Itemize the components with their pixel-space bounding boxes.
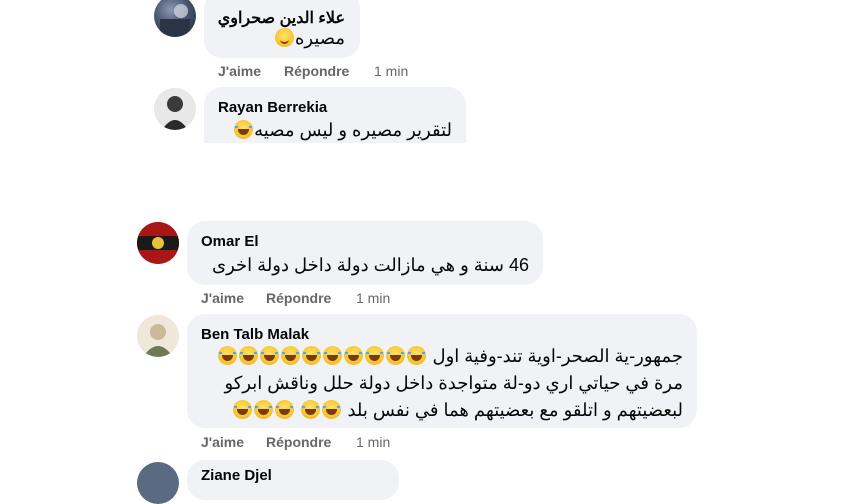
profile-photo-icon xyxy=(154,88,196,130)
profile-photo-icon xyxy=(160,4,190,37)
avatar[interactable] xyxy=(137,315,179,357)
timestamp: 1 min xyxy=(356,290,391,306)
comment-text-line: لبعضيتهم و اتلقو مع بعضيتهم هما في نفس ب… xyxy=(201,396,683,425)
profile-photo-icon xyxy=(137,315,179,357)
smiling-face-icon xyxy=(274,28,294,47)
reply-link[interactable]: Répondre xyxy=(266,290,331,306)
comment-text: 46 سنة و هي مازالت دولة داخل دولة اخرى xyxy=(212,255,529,275)
comment-body-line-3: لبعضيتهم و اتلقو مع بعضيتهم هما في نفس ب… xyxy=(347,400,683,420)
comment-text: لتقرير مصيره و ليس مصيه xyxy=(210,116,452,145)
comment-body: لتقرير مصيره و ليس مصيه xyxy=(254,120,452,140)
timestamp: 1 min xyxy=(374,63,409,79)
laughing-face-icon xyxy=(365,346,385,365)
avatar[interactable] xyxy=(137,222,179,264)
avatar[interactable] xyxy=(154,88,196,130)
laughing-face-icon xyxy=(302,346,322,365)
laughing-face-icon xyxy=(344,346,364,365)
reply-link[interactable]: Répondre xyxy=(266,434,331,450)
comment-text-line: مرة في حياتي اري دو-لة متواجدة داخل دولة… xyxy=(201,369,683,398)
laughing-face-icon xyxy=(239,346,259,365)
profile-photo-icon xyxy=(137,222,179,264)
laughing-face-icon xyxy=(218,346,238,365)
reply-link[interactable]: Répondre xyxy=(284,63,349,79)
laughing-face-icon xyxy=(301,400,321,419)
laughing-face-icon xyxy=(260,346,280,365)
laughing-face-icon xyxy=(386,346,406,365)
comment-body: مصيره xyxy=(294,28,345,48)
timestamp: 1 min xyxy=(356,434,391,450)
laughing-face-icon xyxy=(322,400,342,419)
comment-text: مصيره xyxy=(204,24,345,53)
laughing-face-icon xyxy=(323,346,343,365)
comment-author[interactable]: Omar El xyxy=(201,233,259,250)
comment-author[interactable]: Ziane Djel xyxy=(201,467,272,484)
comment-author[interactable]: Ben Talb Malak xyxy=(201,326,309,343)
avatar[interactable] xyxy=(137,462,179,504)
laughing-face-icon xyxy=(234,120,254,139)
comment-body-line-1: جمهور-ية الصحر-اوية تند-وفية اول xyxy=(432,346,683,366)
laughing-face-icon xyxy=(254,400,274,419)
laughing-face-icon xyxy=(275,400,295,419)
like-link[interactable]: J'aime xyxy=(201,290,244,306)
laughing-face-icon xyxy=(233,400,253,419)
avatar[interactable] xyxy=(154,0,196,37)
laughing-face-icon xyxy=(281,346,301,365)
like-link[interactable]: J'aime xyxy=(201,434,244,450)
like-link[interactable]: J'aime xyxy=(218,63,261,79)
comment-author[interactable]: Rayan Berrekia xyxy=(218,99,327,116)
laughing-face-icon xyxy=(407,346,427,365)
comment-body-line-2: مرة في حياتي اري دو-لة متواجدة داخل دولة… xyxy=(224,373,683,393)
comment-text-line: جمهور-ية الصحر-اوية تند-وفية اول xyxy=(201,342,683,371)
